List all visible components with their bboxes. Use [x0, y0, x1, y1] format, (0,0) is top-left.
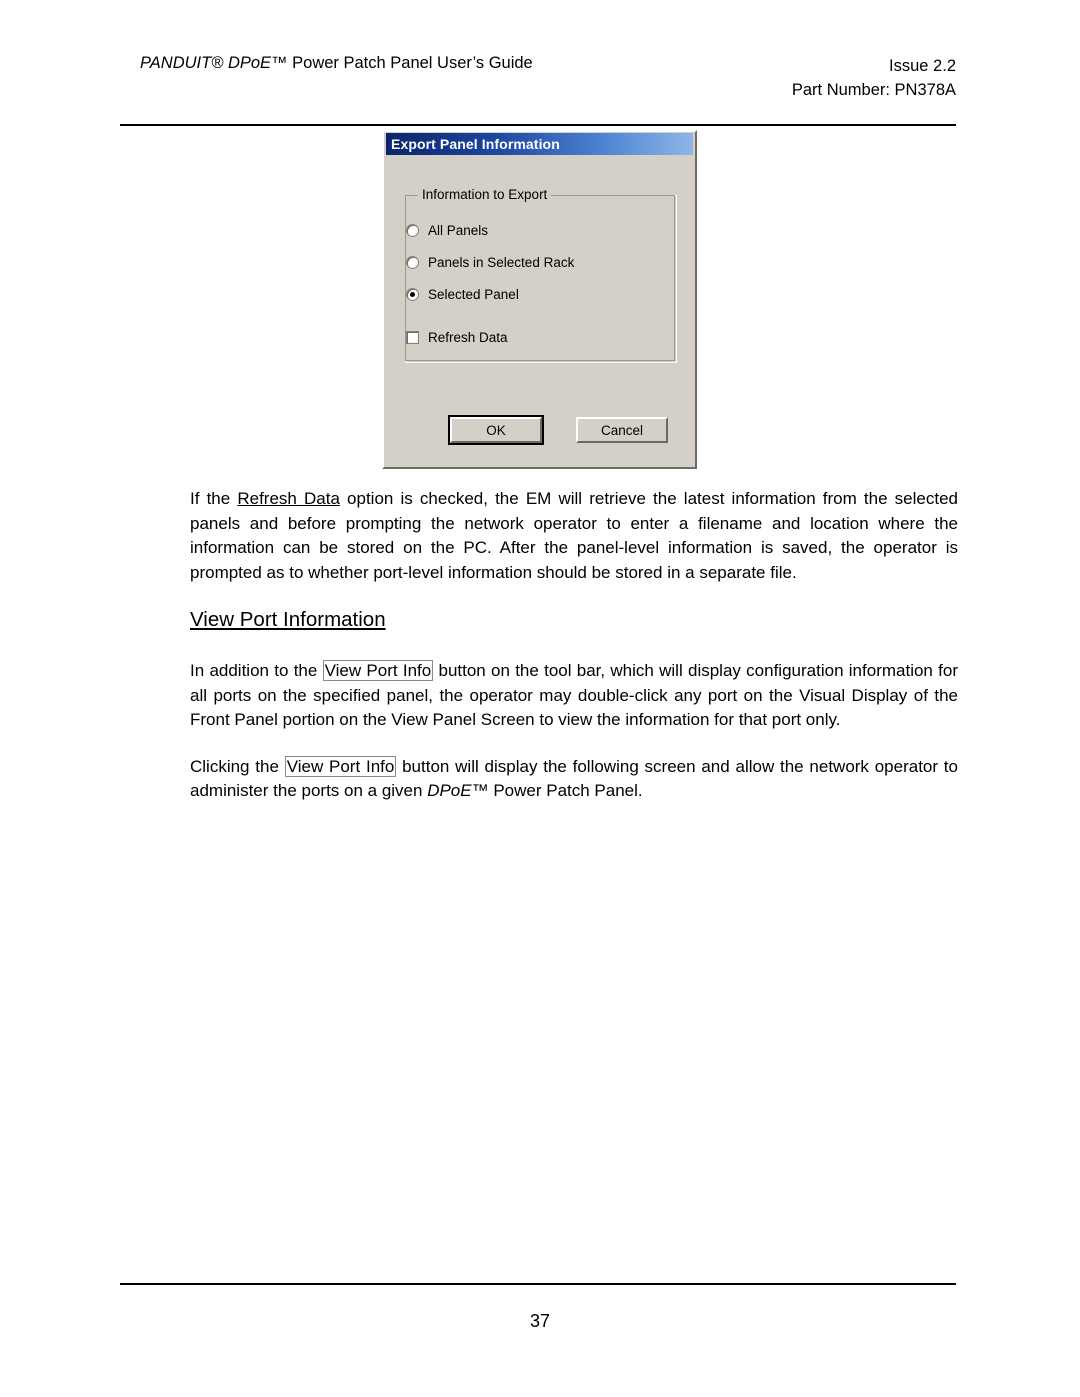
radio-label-panels-in-selected-rack: Panels in Selected Rack: [428, 255, 575, 270]
section-heading-view-port-information: View Port Information: [190, 608, 386, 631]
ok-button[interactable]: OK: [448, 415, 544, 445]
header-issue: Issue 2.2: [889, 57, 956, 75]
page-header: PANDUIT® DPoE™ Power Patch Panel User’s …: [120, 54, 956, 114]
dialog-body: Information to Export All Panels Panels …: [384, 155, 695, 467]
header-divider-rule: [120, 124, 956, 126]
checkbox-label-refresh-data: Refresh Data: [428, 330, 508, 345]
dialog-title-text: Export Panel Information: [391, 136, 560, 152]
radio-icon-all-panels[interactable]: [406, 224, 419, 237]
radio-option-selected-panel[interactable]: Selected Panel: [406, 287, 519, 302]
checkbox-option-refresh-data[interactable]: Refresh Data: [406, 330, 508, 345]
para3-boxed-button-name: View Port Info: [284, 755, 397, 777]
header-title-rest: Power Patch Panel User’s Guide: [287, 54, 533, 72]
page-number: 37: [529, 1311, 551, 1331]
paragraph-refresh-data: If the Refresh Data option is checked, t…: [190, 487, 958, 585]
footer-divider-rule: [120, 1283, 956, 1285]
para2-boxed-button-name: View Port Info: [322, 660, 434, 681]
para2-text-a: In addition to the: [190, 661, 323, 680]
header-document-title: PANDUIT® DPoE™ Power Patch Panel User’s …: [140, 54, 533, 73]
radio-icon-selected-panel[interactable]: [406, 288, 419, 301]
groupbox-legend: Information to Export: [418, 187, 552, 202]
header-meta: Issue 2.2 Part Number: PN378A: [792, 54, 956, 102]
paragraph-view-port-info-click: Clicking the View Port Info button will …: [190, 755, 958, 804]
para3-text-a: Clicking the: [190, 756, 285, 776]
para1-text-a: If the: [190, 489, 238, 508]
header-title-brand: PANDUIT® DPoE™: [140, 54, 288, 72]
dialog-titlebar: Export Panel Information: [386, 133, 693, 155]
paragraph-view-port-info-intro: In addition to the View Port Info button…: [190, 659, 958, 733]
para3-text-c: Power Patch Panel.: [488, 781, 643, 800]
cancel-button[interactable]: Cancel: [576, 417, 668, 443]
para1-underlined-term: Refresh Data: [237, 489, 340, 508]
radio-option-all-panels[interactable]: All Panels: [406, 223, 488, 238]
header-part-number: Part Number: PN378A: [791, 81, 956, 99]
para3-italic-term: DPoE™: [427, 781, 489, 800]
export-panel-information-dialog: Export Panel Information Information to …: [382, 130, 697, 469]
radio-option-panels-in-selected-rack[interactable]: Panels in Selected Rack: [406, 255, 574, 270]
page-content: If the Refresh Data option is checked, t…: [190, 487, 958, 804]
checkbox-icon-refresh-data[interactable]: [406, 331, 419, 344]
radio-icon-panels-in-selected-rack[interactable]: [406, 256, 419, 269]
radio-label-selected-panel: Selected Panel: [428, 287, 519, 302]
radio-label-all-panels: All Panels: [428, 223, 489, 238]
